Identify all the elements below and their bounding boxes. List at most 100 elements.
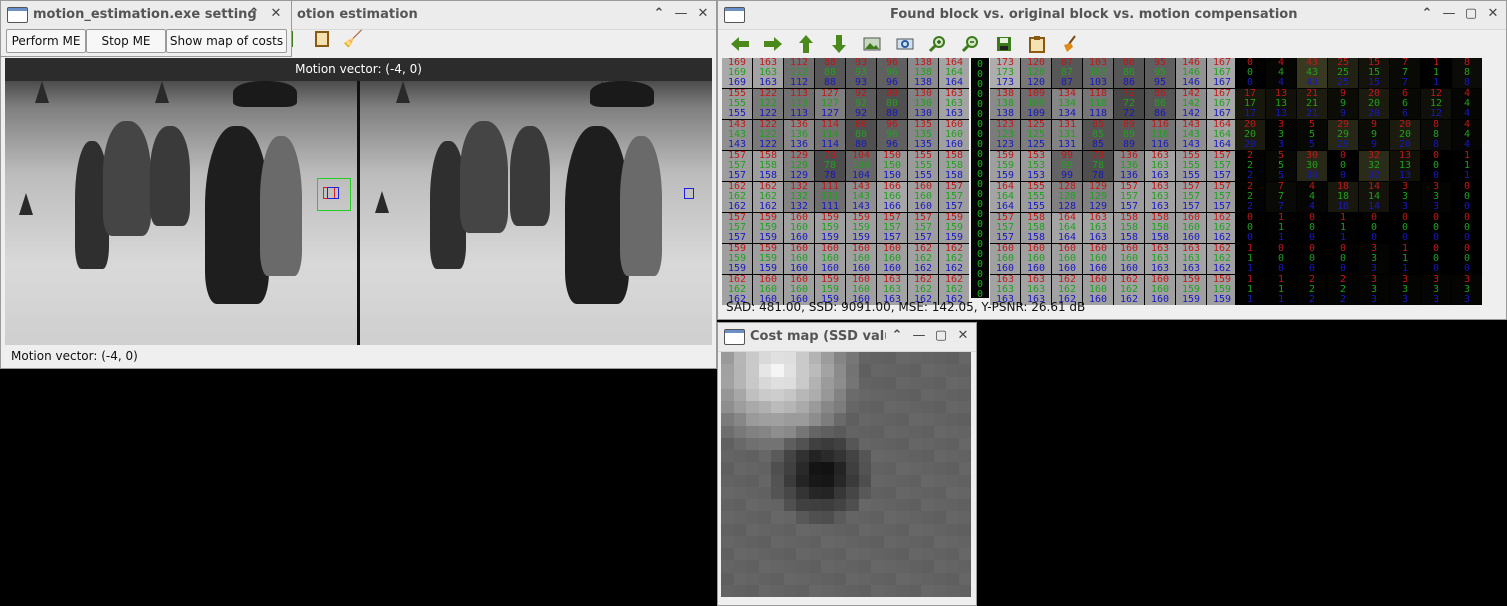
perform-me-button[interactable]: Perform ME (6, 29, 86, 53)
cost-map-pixel (771, 560, 784, 573)
close-icon[interactable]: ✕ (956, 328, 970, 344)
cost-map-pixel (821, 401, 834, 414)
cost-map-pixel (721, 376, 734, 389)
minimize-icon[interactable]: ⌃ (247, 6, 261, 22)
cost-map-pixel (821, 450, 834, 463)
cost-map-pixel (833, 352, 846, 365)
block-cell: 222 (1328, 275, 1358, 305)
channel-value: 8 (1463, 77, 1471, 88)
channel-value: 125 (1026, 139, 1046, 150)
cost-map-pixel (846, 572, 859, 585)
block-cell: 87 87 87 (1052, 58, 1082, 88)
zoom-out-icon[interactable] (959, 33, 983, 55)
cost-map-pixel (908, 376, 921, 389)
cost-map-pixel (946, 376, 959, 389)
arrow-left-icon[interactable] (728, 33, 752, 55)
zoom-in-icon[interactable] (926, 33, 950, 55)
channel-value: 128 (1057, 201, 1077, 212)
cost-map-pixel (733, 486, 746, 499)
cost-map-pixel (846, 474, 859, 487)
close-icon[interactable]: ✕ (696, 6, 710, 22)
clear-icon[interactable] (1058, 33, 1082, 55)
channel-value: 116 (1150, 139, 1170, 150)
restore-icon[interactable]: ▢ (934, 328, 948, 344)
clear-icon[interactable]: 🧹 (343, 31, 363, 47)
cost-map-pixel (946, 450, 959, 463)
arrow-right-icon[interactable] (761, 33, 785, 55)
block-cell: 333 (1266, 120, 1296, 150)
cost-map-pixel (733, 474, 746, 487)
block-cell: 111 (1390, 244, 1420, 274)
block-cell: 136 136 136 (784, 120, 814, 150)
channel-value: 0 (1246, 232, 1254, 243)
cost-map-pixel (796, 486, 809, 499)
channel-value: 92 (854, 108, 868, 119)
cost-map-pixel (883, 572, 896, 585)
close-icon[interactable]: ✕ (269, 6, 283, 22)
block-cell: 162 162 162 (1207, 244, 1237, 274)
minimize-icon[interactable]: ⌃ (652, 6, 666, 22)
cost-map-pixel (921, 474, 934, 487)
channel-value: 160 (995, 263, 1015, 274)
cost-map-pixel (883, 401, 896, 414)
block-cell: 162 162 162 (753, 182, 783, 212)
cost-map-image (721, 352, 971, 597)
cost-map-titlebar[interactable]: Cost map (SSD valu ⌃ — ▢ ✕ (718, 323, 976, 352)
block-cell: 157 157 157 (1207, 182, 1237, 212)
channel-value: 6 (1401, 108, 1409, 119)
cost-map-pixel (846, 548, 859, 561)
block-cell: 158 158 158 (1114, 213, 1144, 243)
cost-map-pixel (871, 535, 884, 548)
found-window-titlebar[interactable]: Found block vs. original block vs. motio… (718, 1, 1506, 30)
cost-map-pixel (808, 352, 821, 365)
arrow-up-icon[interactable] (794, 33, 818, 55)
cost-map-pixel (808, 388, 821, 401)
cost-map-pixel (721, 401, 734, 414)
found-block-window: Found block vs. original block vs. motio… (717, 0, 1507, 320)
block-cell: 173 173 173 (990, 58, 1020, 88)
minimize-icon[interactable]: ⌃ (890, 328, 904, 344)
block-cell: 160 160 160 (1114, 244, 1144, 274)
maximize-icon[interactable]: — (912, 328, 926, 344)
maximize-icon[interactable]: — (1442, 6, 1456, 22)
cost-map-pixel (821, 560, 834, 573)
cost-map-pixel (908, 450, 921, 463)
copy-icon[interactable] (315, 31, 329, 47)
close-icon[interactable]: ✕ (1486, 6, 1500, 22)
cost-map-pixel (871, 584, 884, 597)
original-block-outline (327, 187, 339, 199)
block-cell: 333 (1359, 244, 1389, 274)
restore-icon[interactable]: ▢ (1464, 6, 1478, 22)
channel-value: 159 (1181, 294, 1201, 305)
block-cell: 000 (1359, 213, 1389, 243)
motion-toolbar: 🧹 (285, 31, 363, 47)
block-cell: 333 (1359, 275, 1389, 305)
zoom-fit-icon[interactable] (893, 33, 917, 55)
channel-value: 0 (1370, 232, 1378, 243)
channel-value: 112 (789, 77, 809, 88)
cost-map-pixel (908, 499, 921, 512)
maximize-icon[interactable]: — (674, 6, 688, 22)
stop-me-button[interactable]: Stop ME (86, 29, 166, 53)
cost-map-pixel (946, 511, 959, 524)
image-icon[interactable] (860, 33, 884, 55)
channel-value: 160 (1150, 294, 1170, 305)
cost-map-pixel (783, 548, 796, 561)
save-icon[interactable] (992, 33, 1016, 55)
channel-value: 155 (727, 108, 747, 119)
channel-value: 5 (1277, 170, 1285, 181)
minimize-icon[interactable]: ⌃ (1420, 6, 1434, 22)
cost-map-pixel (746, 523, 759, 536)
cost-map-pixel (896, 376, 909, 389)
block-cell: 143 143 143 (1176, 120, 1206, 150)
block-cell: 160 160 160 (1083, 275, 1113, 305)
cost-map-pixel (771, 413, 784, 426)
copy-icon[interactable] (1025, 33, 1049, 55)
block-cell: 157 157 157 (722, 213, 752, 243)
cost-map-pixel (858, 437, 871, 450)
arrow-down-icon[interactable] (827, 33, 851, 55)
settings-titlebar[interactable]: motion_estimation.exe setting ⌃ ✕ (1, 1, 291, 29)
show-cost-map-button[interactable]: Show map of costs (166, 29, 287, 53)
channel-value: 159 (727, 263, 747, 274)
channel-value: 132 (789, 201, 809, 212)
